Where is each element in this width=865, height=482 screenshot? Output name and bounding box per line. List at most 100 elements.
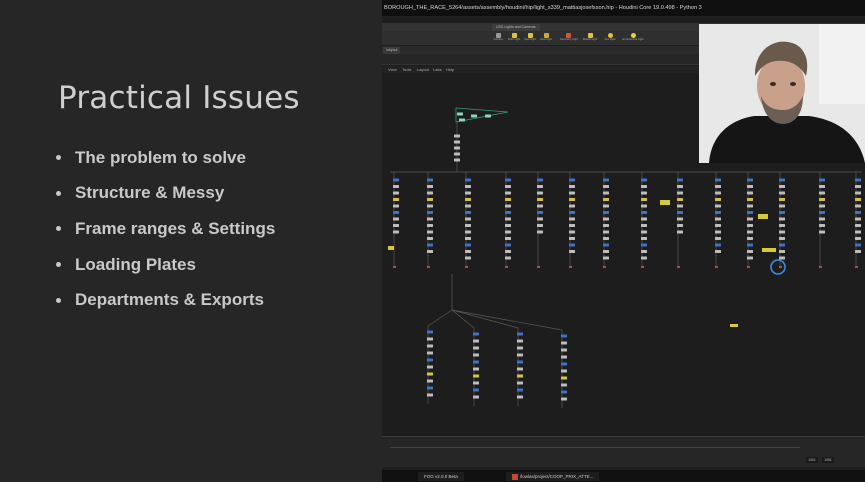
network-node[interactable]: [569, 185, 575, 188]
network-node[interactable]: [715, 211, 721, 214]
network-node[interactable]: [505, 191, 511, 195]
network-node[interactable]: [715, 191, 721, 195]
timeline-ruler[interactable]: [390, 441, 800, 448]
render-node[interactable]: [819, 266, 822, 268]
network-node[interactable]: [603, 224, 609, 227]
network-node[interactable]: [819, 178, 825, 182]
network-node[interactable]: [855, 204, 861, 208]
frame-start-field[interactable]: 1001: [806, 457, 818, 463]
network-node[interactable]: [517, 346, 523, 350]
network-node[interactable]: [537, 198, 543, 201]
network-node[interactable]: [473, 395, 479, 399]
network-node[interactable]: [561, 362, 567, 366]
network-node[interactable]: [473, 339, 479, 343]
node-wire[interactable]: [451, 309, 519, 329]
network-node[interactable]: [747, 178, 753, 182]
network-node[interactable]: [465, 185, 471, 188]
network-node[interactable]: [505, 224, 511, 227]
network-node[interactable]: [505, 204, 511, 208]
network-node[interactable]: [779, 191, 785, 195]
network-node[interactable]: [779, 217, 785, 221]
shelf-tool-camera[interactable]: Camera: [490, 33, 506, 45]
network-node[interactable]: [819, 191, 825, 195]
network-node[interactable]: [427, 365, 433, 369]
render-node[interactable]: [677, 266, 680, 268]
network-node[interactable]: [855, 191, 861, 195]
network-node[interactable]: [715, 250, 721, 253]
sticky-note[interactable]: [758, 214, 768, 219]
network-node[interactable]: [747, 185, 753, 188]
network-node[interactable]: [473, 374, 479, 378]
network-node[interactable]: [715, 237, 721, 240]
network-node[interactable]: [569, 211, 575, 214]
network-node[interactable]: [779, 198, 785, 201]
network-node[interactable]: [569, 217, 575, 221]
network-node[interactable]: [747, 217, 753, 221]
network-node[interactable]: [569, 198, 575, 201]
network-node[interactable]: [427, 386, 433, 390]
network-node[interactable]: [603, 191, 609, 195]
network-node[interactable]: [747, 237, 753, 240]
network-node[interactable]: [715, 230, 721, 234]
network-node[interactable]: [454, 152, 460, 156]
network-node[interactable]: [505, 198, 511, 201]
network-node[interactable]: [473, 332, 479, 336]
network-node[interactable]: [603, 178, 609, 182]
render-node[interactable]: [569, 266, 572, 268]
network-node[interactable]: [641, 211, 647, 214]
network-node[interactable]: [855, 230, 861, 234]
network-node[interactable]: [779, 250, 785, 253]
network-node[interactable]: [677, 204, 683, 208]
network-node[interactable]: [779, 224, 785, 227]
shelf-tool-spot-light[interactable]: Spot Light: [522, 33, 538, 45]
network-node[interactable]: [603, 243, 609, 247]
menu-labs[interactable]: Labs: [433, 66, 442, 73]
frame-end-field[interactable]: 1051: [822, 457, 834, 463]
network-node[interactable]: [747, 211, 753, 214]
network-node[interactable]: [454, 158, 460, 162]
network-node[interactable]: [517, 332, 523, 336]
render-node[interactable]: [603, 266, 606, 268]
network-node[interactable]: [473, 381, 479, 385]
network-node[interactable]: [641, 256, 647, 260]
menu-view[interactable]: View: [388, 66, 397, 73]
network-node[interactable]: [465, 211, 471, 214]
network-node[interactable]: [747, 256, 753, 260]
network-node[interactable]: [393, 198, 399, 201]
network-node[interactable]: [855, 217, 861, 221]
network-node[interactable]: [561, 376, 567, 380]
network-node[interactable]: [641, 178, 647, 182]
network-node[interactable]: [465, 198, 471, 201]
subnet-node[interactable]: [485, 114, 491, 118]
network-node[interactable]: [677, 185, 683, 188]
network-node[interactable]: [517, 374, 523, 378]
network-node[interactable]: [747, 198, 753, 201]
network-node[interactable]: [393, 191, 399, 195]
network-node[interactable]: [779, 211, 785, 214]
network-node[interactable]: [505, 217, 511, 221]
network-node[interactable]: [569, 230, 575, 234]
network-node[interactable]: [427, 393, 433, 397]
render-node[interactable]: [715, 266, 718, 268]
network-node[interactable]: [427, 351, 433, 355]
network-node[interactable]: [715, 198, 721, 201]
network-node[interactable]: [427, 250, 433, 253]
network-node[interactable]: [779, 178, 785, 182]
network-node[interactable]: [641, 250, 647, 253]
network-node[interactable]: [603, 211, 609, 214]
network-node[interactable]: [747, 224, 753, 227]
subnet-node[interactable]: [459, 118, 465, 122]
timeline-bar[interactable]: 1001 1051: [382, 436, 865, 467]
network-node[interactable]: [505, 237, 511, 240]
render-node[interactable]: [427, 266, 430, 268]
network-node[interactable]: [517, 353, 523, 357]
network-node[interactable]: [677, 178, 683, 182]
network-node[interactable]: [465, 230, 471, 234]
network-node[interactable]: [715, 243, 721, 247]
network-node[interactable]: [537, 178, 543, 182]
menu-tools[interactable]: Tools: [402, 66, 411, 73]
network-node[interactable]: [677, 191, 683, 195]
network-node[interactable]: [465, 256, 471, 260]
network-node[interactable]: [855, 243, 861, 247]
network-node[interactable]: [537, 230, 543, 234]
